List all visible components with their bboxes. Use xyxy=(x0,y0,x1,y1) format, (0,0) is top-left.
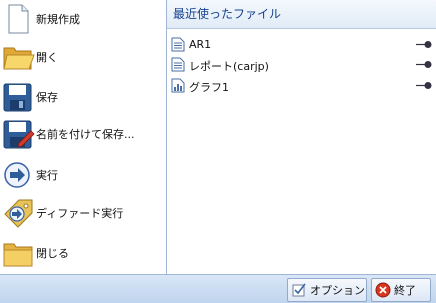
menu-item-run[interactable]: 実行 xyxy=(0,157,166,193)
recent-file-item[interactable]: レポート(carjp) xyxy=(167,55,436,74)
open-folder-icon xyxy=(3,47,35,70)
command-menu: 新規作成 開く 保存 名前を付けて保存... 実行 ディファード実行 閉じる xyxy=(0,0,167,274)
pin-icon[interactable] xyxy=(415,39,433,50)
options-button[interactable]: オプション xyxy=(287,278,367,302)
recent-file-item[interactable]: グラフ1 xyxy=(167,76,436,95)
pin-icon[interactable] xyxy=(415,80,433,91)
menu-item-label: 閉じる xyxy=(36,247,69,260)
options-icon xyxy=(292,283,306,297)
run-arrow-icon xyxy=(4,162,30,188)
pin-icon[interactable] xyxy=(415,59,433,70)
menu-item-save[interactable]: 保存 xyxy=(0,79,166,115)
save-floppy-icon xyxy=(3,83,32,112)
recent-file-name: AR1 xyxy=(189,38,212,51)
recent-files-title: 最近使ったファイル xyxy=(173,7,282,21)
menu-item-label: 名前を付けて保存... xyxy=(36,128,135,141)
menu-item-label: 保存 xyxy=(36,91,58,104)
menu-item-deferred-run[interactable]: ディファード実行 xyxy=(0,195,166,231)
menu-item-label: 新規作成 xyxy=(36,13,80,26)
save-as-icon xyxy=(3,120,35,149)
close-folder-icon xyxy=(3,243,33,267)
options-label: オプション xyxy=(310,284,365,297)
menu-item-label: ディファード実行 xyxy=(36,207,124,220)
document-icon xyxy=(171,37,185,52)
menu-item-new[interactable]: 新規作成 xyxy=(0,1,166,37)
menu-item-save-as[interactable]: 名前を付けて保存... xyxy=(0,116,166,152)
chart-document-icon xyxy=(171,78,185,93)
recent-file-name: グラフ1 xyxy=(189,81,229,94)
menu-item-open[interactable]: 開く xyxy=(0,39,166,75)
exit-button[interactable]: 終了 xyxy=(371,278,431,302)
recent-file-item[interactable]: AR1 xyxy=(167,35,436,54)
recent-files-header: 最近使ったファイル xyxy=(167,0,436,29)
document-icon xyxy=(171,57,185,72)
menu-footer: オプション 終了 xyxy=(0,274,436,303)
new-document-icon xyxy=(8,4,29,34)
deferred-run-icon xyxy=(4,199,33,228)
application-menu: 新規作成 開く 保存 名前を付けて保存... 実行 ディファード実行 閉じる 最… xyxy=(0,0,436,303)
exit-label: 終了 xyxy=(394,284,416,297)
exit-icon xyxy=(375,282,391,298)
recent-file-name: レポート(carjp) xyxy=(189,60,269,73)
menu-item-label: 開く xyxy=(36,51,58,64)
menu-item-label: 実行 xyxy=(36,169,58,182)
menu-item-close[interactable]: 閉じる xyxy=(0,235,166,271)
recent-files-panel: 最近使ったファイル AR1 レポート(carjp) グラフ1 xyxy=(167,0,436,274)
